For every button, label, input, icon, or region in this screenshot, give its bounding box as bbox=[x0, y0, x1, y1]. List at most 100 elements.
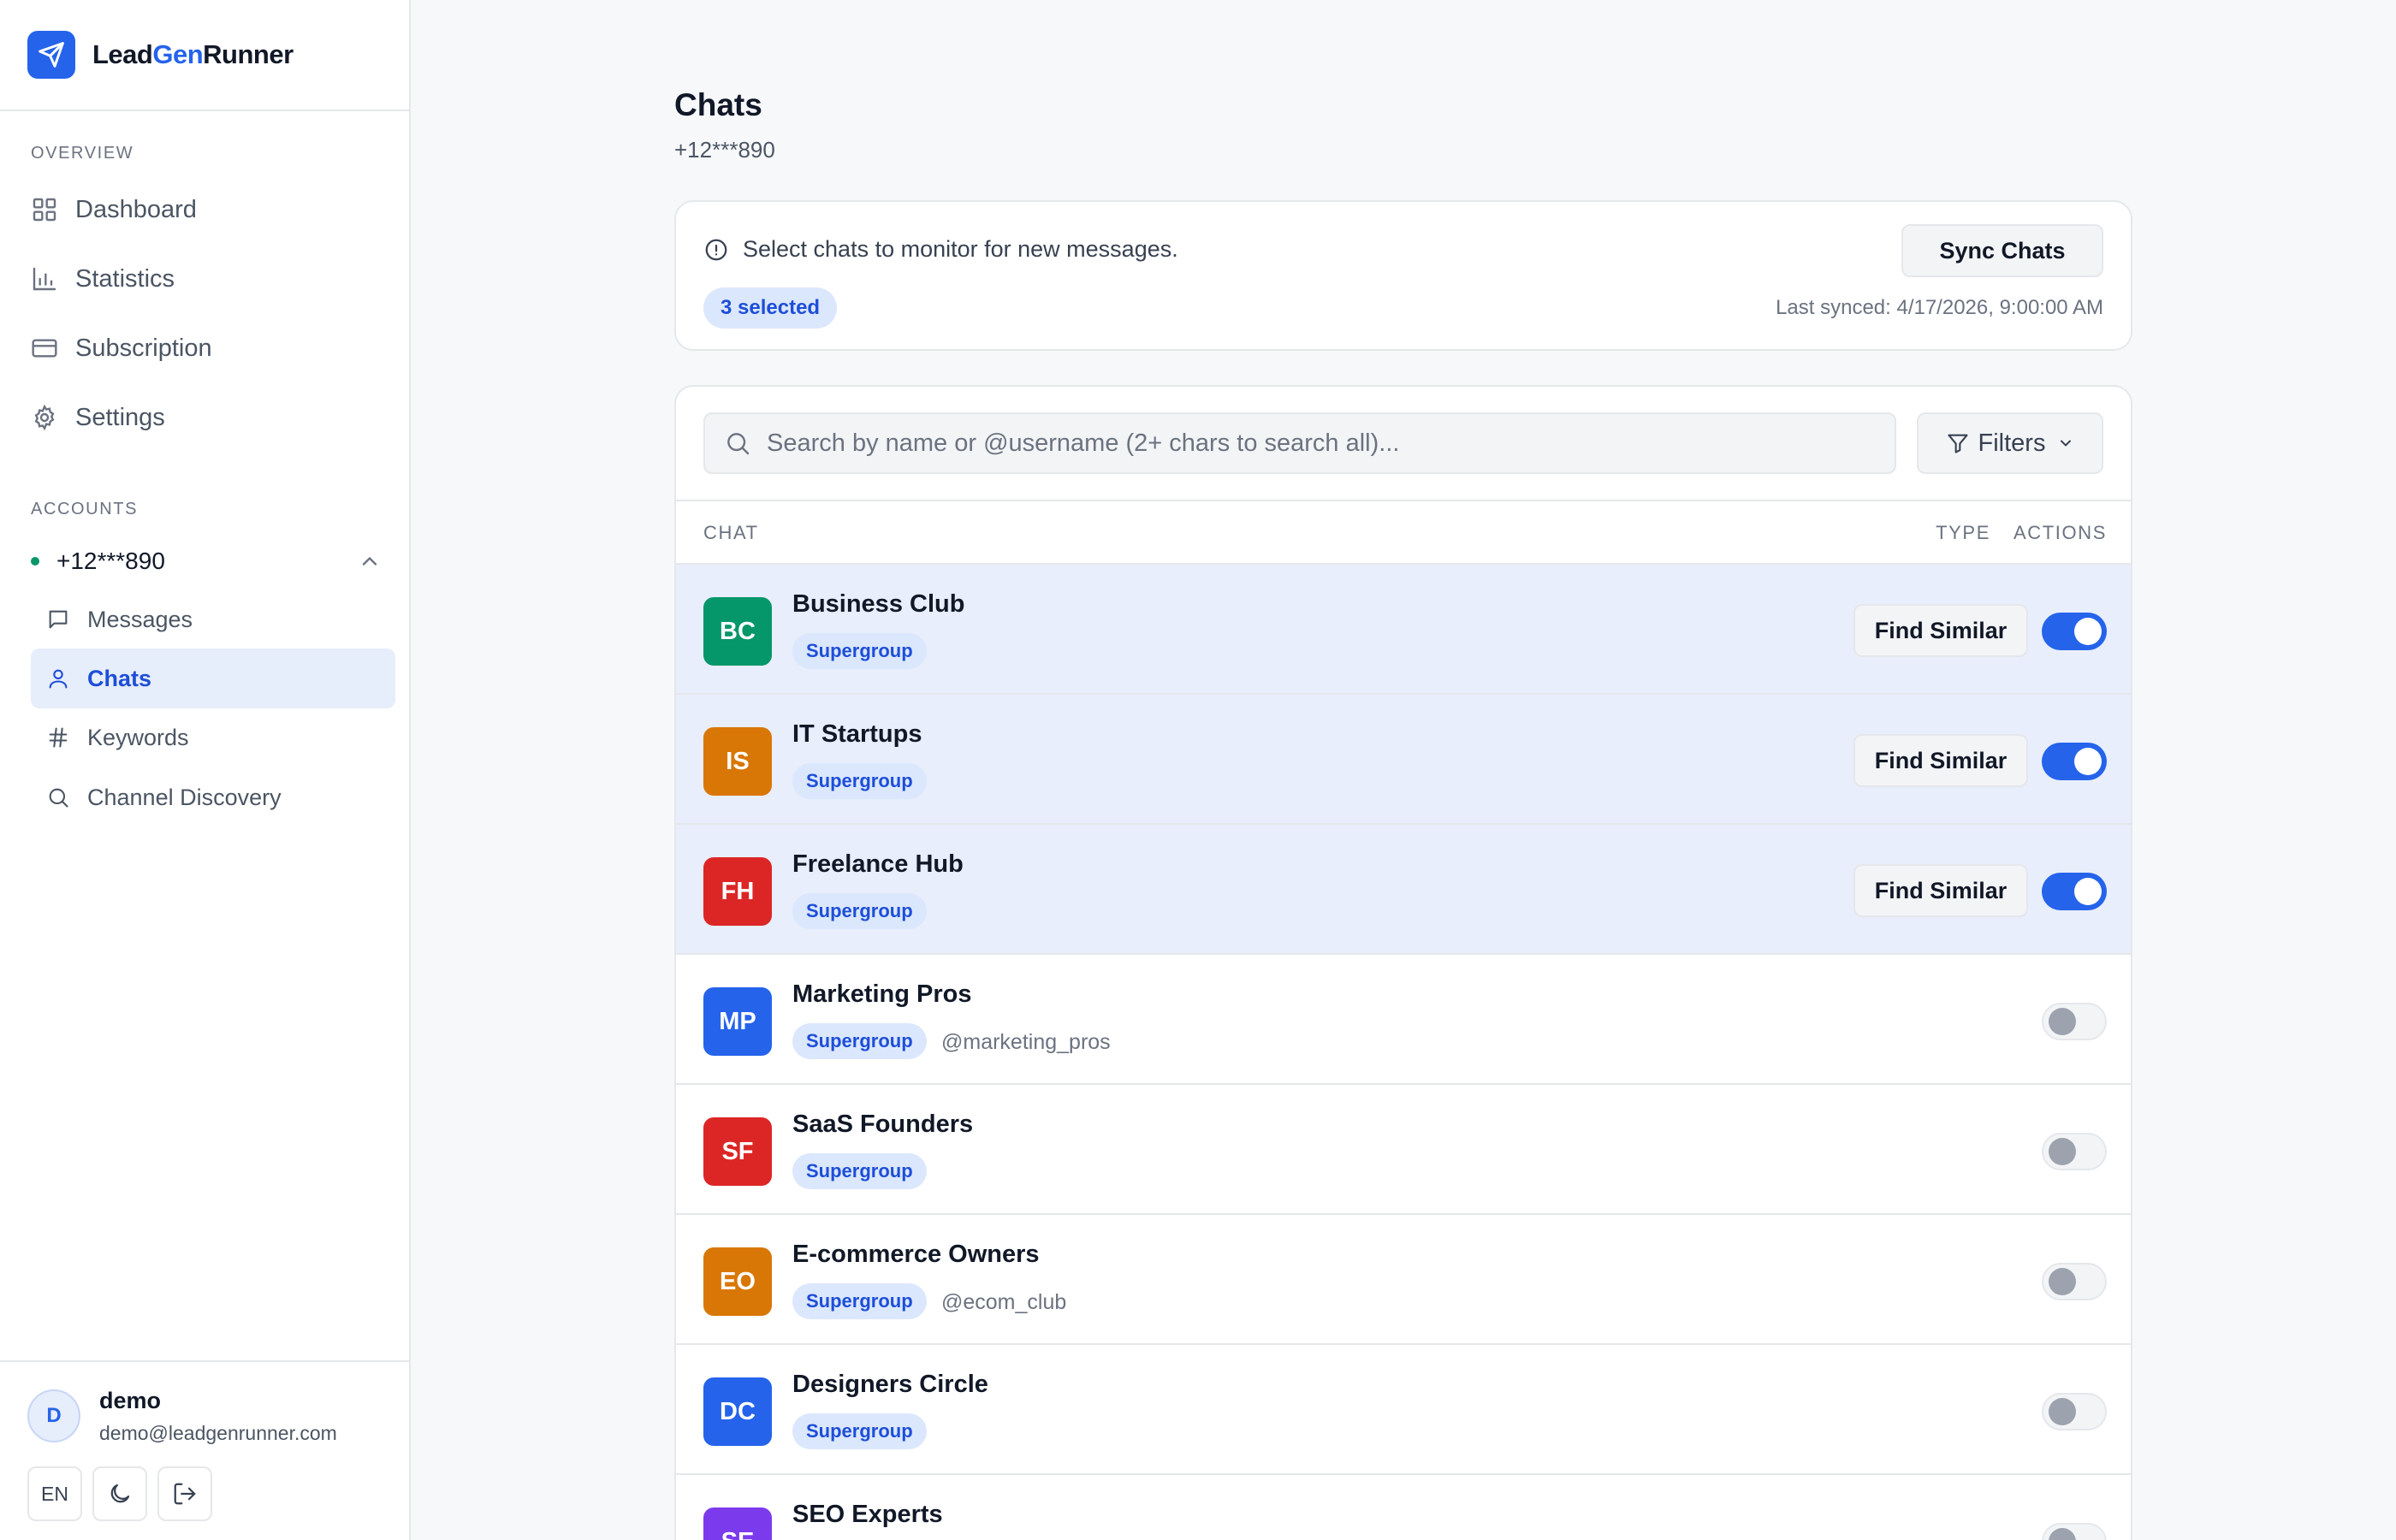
sidebar: LeadGenRunner OVERVIEW Dashboard Statist… bbox=[0, 0, 411, 1540]
hash-icon bbox=[49, 727, 68, 748]
sub-nav-messages[interactable]: Messages bbox=[31, 589, 395, 649]
chat-avatar: BC bbox=[703, 597, 772, 666]
chat-row[interactable]: DC Designers Circle Supergroup bbox=[676, 1345, 2131, 1475]
chat-row[interactable]: IS IT Startups Supergroup Find Similar bbox=[676, 695, 2131, 825]
chat-name: SaaS Founders bbox=[792, 1111, 974, 1138]
chat-row[interactable]: BC Business Club Supergroup Find Similar bbox=[676, 565, 2131, 695]
toggle-knob bbox=[2049, 1398, 2076, 1425]
monitor-toggle[interactable] bbox=[2042, 1003, 2107, 1040]
chat-row[interactable]: EO E-commerce Owners Supergroup @ecom_cl… bbox=[676, 1215, 2131, 1345]
gear-icon bbox=[34, 404, 55, 431]
nav-dashboard[interactable]: Dashboard bbox=[31, 188, 197, 231]
info-message-text: Select chats to monitor for new messages… bbox=[743, 236, 1178, 262]
nav-dashboard-label: Dashboard bbox=[75, 195, 197, 223]
chat-type-badge: Supergroup bbox=[792, 763, 927, 799]
accounts-section-label: ACCOUNTS bbox=[31, 500, 139, 518]
chat-row[interactable]: FH Freelance Hub Supergroup Find Similar bbox=[676, 825, 2131, 955]
info-card: Select chats to monitor for new messages… bbox=[674, 200, 2132, 351]
brand-name: LeadGenRunner bbox=[92, 39, 294, 69]
nav-subscription-label: Subscription bbox=[75, 334, 212, 362]
moon-icon bbox=[110, 1484, 130, 1503]
chat-avatar: SE bbox=[703, 1507, 772, 1540]
overview-section-label: OVERVIEW bbox=[31, 144, 134, 163]
chat-row[interactable]: MP Marketing Pros Supergroup @marketing_… bbox=[676, 955, 2131, 1085]
search-icon bbox=[49, 788, 68, 808]
credit-card-icon bbox=[32, 339, 57, 358]
logout-icon bbox=[174, 1483, 196, 1505]
table-header: CHAT TYPE ACTIONS bbox=[676, 500, 2131, 565]
theme-toggle-button[interactable] bbox=[92, 1466, 147, 1521]
sub-nav-keywords-label: Keywords bbox=[87, 724, 189, 750]
find-similar-button[interactable]: Find Similar bbox=[1853, 604, 2028, 657]
paper-plane-icon bbox=[27, 31, 75, 79]
chat-type-badge: Supergroup bbox=[792, 893, 927, 929]
account-toggle[interactable]: +12***890 bbox=[31, 542, 382, 580]
user-email: demo@leadgenrunner.com bbox=[99, 1422, 337, 1444]
user-area: D demo demo@leadgenrunner.com EN bbox=[0, 1360, 409, 1540]
page-subtitle: +12***890 bbox=[674, 137, 775, 163]
toggle-knob bbox=[2074, 618, 2102, 645]
last-synced-text: Last synced: 4/17/2026, 9:00:00 AM bbox=[1776, 296, 2103, 319]
monitor-toggle[interactable] bbox=[2042, 743, 2107, 780]
filter-icon bbox=[1947, 434, 1968, 453]
chat-name: IT Startups bbox=[792, 720, 922, 748]
info-circle-icon bbox=[705, 239, 727, 260]
toggle-knob bbox=[2049, 1528, 2076, 1540]
user-name: demo bbox=[99, 1388, 162, 1413]
page-title: Chats bbox=[674, 87, 762, 122]
chat-type-badge: Supergroup bbox=[792, 1413, 927, 1449]
monitor-toggle[interactable] bbox=[2042, 1523, 2107, 1540]
monitor-toggle[interactable] bbox=[2042, 1133, 2107, 1170]
nav-subscription[interactable]: Subscription bbox=[31, 327, 212, 370]
chat-avatar: FH bbox=[703, 857, 772, 926]
sub-nav-channel-discovery-label: Channel Discovery bbox=[87, 784, 282, 810]
chat-avatar: SF bbox=[703, 1117, 772, 1186]
monitor-toggle[interactable] bbox=[2042, 1263, 2107, 1300]
sub-nav-keywords[interactable]: Keywords bbox=[31, 708, 395, 767]
search-input[interactable] bbox=[767, 429, 1862, 458]
column-header-chat: CHAT bbox=[703, 522, 759, 543]
chat-row[interactable]: SF SaaS Founders Supergroup bbox=[676, 1085, 2131, 1215]
sub-nav-channel-discovery[interactable]: Channel Discovery bbox=[31, 767, 395, 827]
chevron-down-icon bbox=[2061, 440, 2072, 447]
chat-row[interactable]: SE SEO Experts Supergroup bbox=[676, 1475, 2131, 1540]
monitor-toggle[interactable] bbox=[2042, 613, 2107, 650]
chat-name: Business Club bbox=[792, 590, 965, 618]
chat-name: Marketing Pros bbox=[792, 980, 972, 1008]
chat-name: Designers Circle bbox=[792, 1371, 988, 1398]
nav-settings[interactable]: Settings bbox=[31, 396, 165, 439]
online-status-dot bbox=[31, 557, 39, 566]
find-similar-button[interactable]: Find Similar bbox=[1853, 734, 2028, 787]
chat-avatar: EO bbox=[703, 1247, 772, 1316]
sub-nav-chats-label: Chats bbox=[87, 665, 152, 691]
chat-type-badge: Supergroup bbox=[792, 1023, 927, 1059]
chat-list-card: Filters CHAT TYPE ACTIONS BC Business Cl… bbox=[674, 385, 2132, 1540]
brand[interactable]: LeadGenRunner bbox=[0, 0, 409, 111]
chat-username: @marketing_pros bbox=[941, 1030, 1111, 1054]
logout-button[interactable] bbox=[157, 1466, 212, 1521]
search-box[interactable] bbox=[703, 412, 1896, 474]
selected-count-badge: 3 selected bbox=[703, 287, 838, 329]
toggle-knob bbox=[2049, 1008, 2076, 1035]
column-header-actions: ACTIONS bbox=[2013, 522, 2107, 543]
info-message: Select chats to monitor for new messages… bbox=[703, 236, 1178, 263]
nav-statistics[interactable]: Statistics bbox=[31, 258, 175, 300]
chat-avatar: MP bbox=[703, 987, 772, 1056]
sync-chats-button[interactable]: Sync Chats bbox=[1901, 224, 2103, 277]
language-button[interactable]: EN bbox=[27, 1466, 82, 1521]
monitor-toggle[interactable] bbox=[2042, 873, 2107, 910]
chat-avatar: IS bbox=[703, 727, 772, 796]
toggle-knob bbox=[2074, 748, 2102, 775]
monitor-toggle[interactable] bbox=[2042, 1393, 2107, 1430]
user-icon bbox=[49, 669, 68, 689]
message-icon bbox=[49, 610, 68, 629]
chat-name: E-commerce Owners bbox=[792, 1241, 1040, 1268]
nav-statistics-label: Statistics bbox=[75, 264, 175, 293]
column-header-type: TYPE bbox=[1936, 522, 1990, 543]
avatar: D bbox=[27, 1389, 80, 1442]
sub-nav-chats[interactable]: Chats bbox=[31, 649, 395, 708]
toggle-knob bbox=[2074, 878, 2102, 905]
filters-button[interactable]: Filters bbox=[1917, 412, 2103, 474]
find-similar-button[interactable]: Find Similar bbox=[1853, 864, 2028, 917]
chat-type-badge: Supergroup bbox=[792, 1283, 927, 1319]
